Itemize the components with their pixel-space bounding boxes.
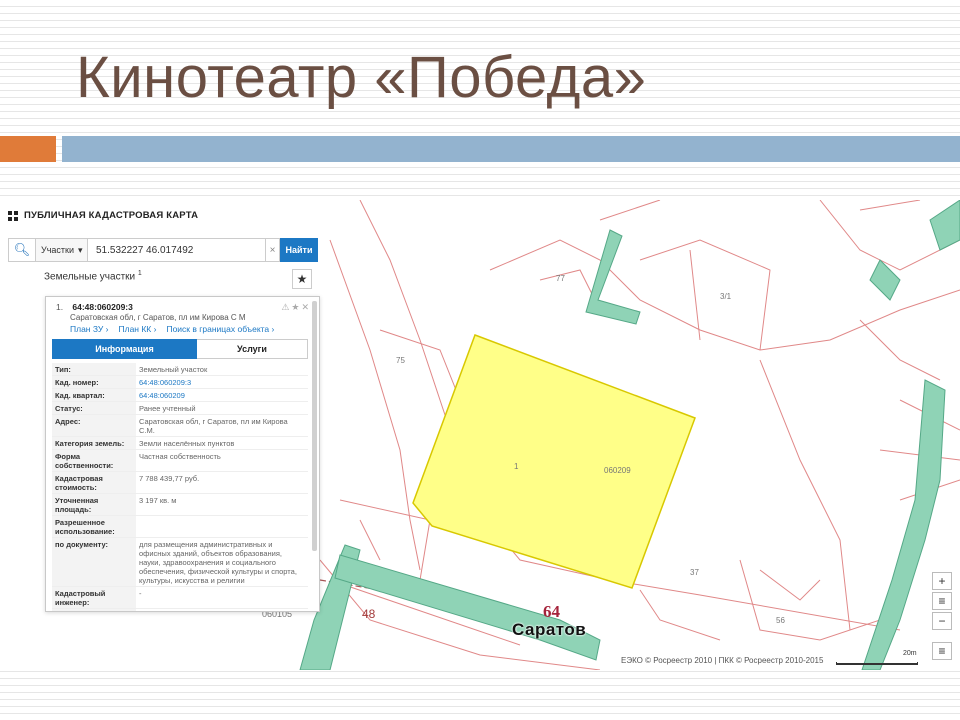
attribute-value: Частная собственность	[136, 449, 308, 472]
city-name-label: Саратов	[512, 620, 587, 639]
attribute-key: Категория земель:	[52, 436, 136, 450]
attribute-value[interactable]: 64:48:060209	[136, 388, 308, 402]
search-button[interactable]: Найти	[280, 238, 318, 262]
attribute-row: Форма собственности: Частная собственност…	[52, 449, 308, 472]
search-bar: 🔍︎ Участки ▾ × Найти	[8, 238, 318, 262]
result-index: 1.	[56, 302, 64, 312]
attribute-row: Дата постановки на учет:28.04.2004	[52, 608, 308, 611]
chevron-down-icon: ▾	[78, 244, 83, 255]
link-search-in-bounds[interactable]: Поиск в границах объекта ›	[166, 324, 274, 334]
clear-search-button[interactable]: ×	[266, 238, 280, 262]
result-links: План ЗУ › План КК › Поиск в границах объ…	[46, 324, 319, 334]
attributes-table: Тип: Земельный участок Кад. номер: 64:48:06…	[52, 363, 308, 611]
result-cad-number[interactable]: 64:48:060209:3	[72, 302, 133, 312]
search-type-dropdown[interactable]: Участки ▾	[36, 238, 88, 262]
map-label-75: 75	[396, 356, 405, 365]
attribute-row: Кад. номер: 64:48:060209:3	[52, 375, 308, 389]
attribute-value[interactable]: 64:48:060209:3	[136, 375, 308, 389]
cadastral-map-screenshot: 1 060209 77 3/1 37 56 75 48 060105 64 Са…	[0, 200, 960, 670]
favorite-star-icon[interactable]: ★	[292, 269, 312, 289]
accent-bar-blue	[62, 136, 960, 162]
attribute-row: Адрес: Саратовская обл, г Саратов, пл им …	[52, 414, 308, 437]
attribute-row: Разрешенное использование:	[52, 515, 308, 538]
attribute-row: по документу: для размещения администрати…	[52, 537, 308, 587]
parcel-info-card: 1. 64:48:060209:3 ⚠★✕ Саратовская обл, г…	[45, 296, 320, 612]
attribute-row: Кадастровая стоимость: 7 788 439,77 руб.	[52, 471, 308, 494]
attribute-key: Дата постановки на учет:	[52, 608, 136, 611]
slide-title: Кинотеатр «Победа»	[76, 45, 647, 110]
attribute-row: Статус: Ранее учтенный	[52, 401, 308, 415]
menu-button[interactable]: ≡	[932, 642, 952, 660]
attribute-key: Форма собственности:	[52, 449, 136, 472]
attribute-value: Земельный участок	[136, 363, 308, 376]
accent-bar-orange	[0, 136, 56, 162]
map-label-77: 77	[556, 274, 565, 283]
scale-bar	[836, 662, 918, 665]
attribute-row: Категория земель: Земли населённых пункто…	[52, 436, 308, 450]
zoom-in-button[interactable]: +	[932, 572, 952, 590]
attribute-key: Тип:	[52, 363, 136, 376]
tab-services[interactable]: Услуги	[197, 339, 308, 359]
tab-information[interactable]: Информация	[52, 339, 197, 359]
attribute-value: 28.04.2004	[136, 608, 308, 611]
map-zoom-controls: + ≡ − ≡	[932, 572, 952, 660]
attribute-row: Кадастровый инженер: -	[52, 586, 308, 609]
attribute-row: Уточненная площадь: 3 197 кв. м	[52, 493, 308, 516]
attribute-row: Тип: Земельный участок	[52, 363, 308, 376]
app-logo-icon	[8, 210, 18, 221]
attribute-value: -	[136, 586, 308, 609]
link-plan-kk[interactable]: План КК ›	[119, 324, 157, 334]
attribute-value	[136, 515, 308, 538]
scale-label: 20m	[903, 650, 917, 657]
section-title: Земельные участки 1	[44, 270, 142, 283]
attribute-key: Кад. номер:	[52, 375, 136, 389]
map-label-48: 48	[362, 607, 376, 621]
card-scrollbar[interactable]	[312, 301, 317, 551]
attribute-key: Кадастровый инженер:	[52, 586, 136, 609]
card-header: 1. 64:48:060209:3 ⚠★✕	[46, 297, 319, 312]
link-plan-zu[interactable]: План ЗУ ›	[70, 324, 109, 334]
app-title: ПУБЛИЧНАЯ КАДАСТРОВАЯ КАРТА	[24, 210, 199, 221]
section-count: 1	[137, 270, 142, 277]
map-label-3-1: 3/1	[720, 292, 732, 301]
parcel-number-label: 1	[514, 462, 519, 471]
attribute-key: Статус:	[52, 401, 136, 415]
attribute-key: Адрес:	[52, 414, 136, 437]
attribute-value: Ранее учтенный	[136, 401, 308, 415]
attribute-key: Разрешенное использование:	[52, 515, 136, 538]
attribute-key: по документу:	[52, 537, 136, 587]
zoom-out-button[interactable]: −	[932, 612, 952, 630]
attribute-row: Кад. квартал: 64:48:060209	[52, 388, 308, 402]
result-address: Саратовская обл, г Саратов, пл им Кирова…	[70, 313, 246, 322]
search-type-label: Участки	[41, 245, 74, 255]
region-code-label: 64	[543, 602, 560, 621]
search-input[interactable]	[88, 238, 266, 262]
attribute-key: Уточненная площадь:	[52, 493, 136, 516]
map-label-56: 56	[776, 616, 785, 625]
attribute-value: Саратовская обл, г Саратов, пл им Кирова…	[136, 414, 308, 437]
layers-button[interactable]: ≡	[932, 592, 952, 610]
parcel-quarter-label: 060209	[604, 466, 631, 475]
selected-parcel	[412, 334, 696, 589]
attribute-value: 7 788 439,77 руб.	[136, 471, 308, 494]
search-icon[interactable]: 🔍︎	[8, 238, 36, 262]
attribute-value: 3 197 кв. м	[136, 493, 308, 516]
attribute-value: Земли населённых пунктов	[136, 436, 308, 450]
card-tools-icon[interactable]: ⚠★✕	[281, 302, 311, 313]
attribute-value: для размещения административных и офисны…	[136, 537, 308, 587]
app-header: ПУБЛИЧНАЯ КАДАСТРОВАЯ КАРТА	[8, 210, 198, 221]
map-label-37: 37	[690, 568, 699, 577]
attribute-key: Кадастровая стоимость:	[52, 471, 136, 494]
card-tabs: Информация Услуги	[52, 339, 308, 359]
map-copyright: ЕЭКО © Росреестр 2010 | ПКК © Росреестр …	[618, 656, 827, 665]
attribute-key: Кад. квартал:	[52, 388, 136, 402]
